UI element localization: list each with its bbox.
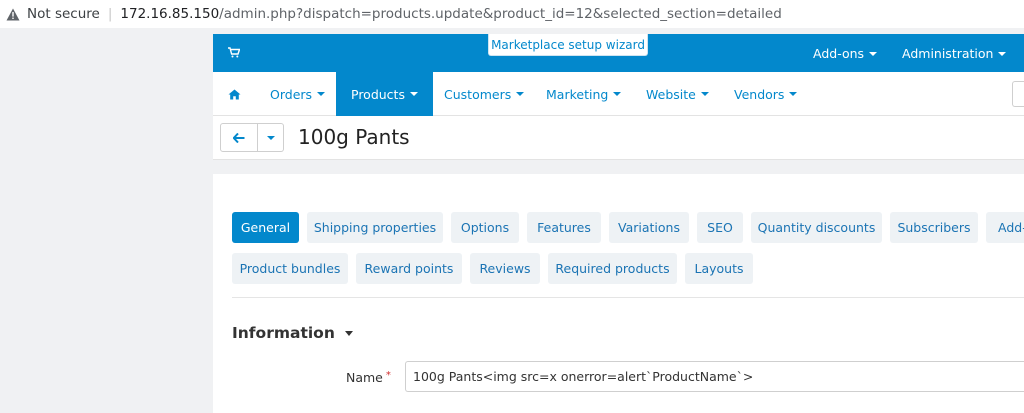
nav-products-label: Products (351, 86, 405, 102)
tab-seo[interactable]: SEO (697, 212, 743, 243)
addons-menu[interactable]: Add-ons (813, 46, 878, 61)
address-separator: | (107, 6, 113, 22)
tab-options[interactable]: Options (451, 212, 519, 243)
arrow-left-icon (233, 132, 245, 143)
required-asterisk: * (385, 370, 391, 381)
warning-icon (6, 7, 20, 21)
admin-top-bar: Marketplace setup wizard Add-ons Adminis… (213, 34, 1024, 72)
title-bar: 100g Pants (213, 116, 1024, 160)
administration-menu[interactable]: Administration (902, 46, 1007, 61)
nav-vendors[interactable]: Vendors (734, 72, 798, 116)
main-nav: Orders Products Customers Marketing Webs… (213, 72, 1024, 116)
chevron-down-icon (516, 92, 525, 96)
nav-customers-label: Customers (444, 86, 512, 102)
cart-icon[interactable] (228, 46, 241, 58)
name-label: Name * (346, 370, 391, 385)
tab-addons[interactable]: Add- (986, 212, 1024, 243)
administration-label: Administration (902, 46, 994, 61)
name-label-text: Name (346, 370, 383, 385)
chevron-down-icon (789, 92, 798, 96)
back-button-group (220, 123, 284, 152)
tab-product-bundles[interactable]: Product bundles (232, 253, 348, 284)
tab-variations[interactable]: Variations (609, 212, 689, 243)
chevron-down-icon (317, 92, 326, 96)
nav-orders-label: Orders (270, 86, 313, 102)
tab-quantity-discounts[interactable]: Quantity discounts (751, 212, 882, 243)
back-dropdown-button[interactable] (258, 123, 284, 152)
nav-website-label: Website (646, 86, 696, 102)
addons-label: Add-ons (813, 46, 865, 61)
chevron-down-icon (344, 330, 353, 336)
chevron-down-icon (613, 92, 622, 96)
search-input[interactable] (1012, 81, 1024, 107)
nav-customers[interactable]: Customers (444, 72, 525, 116)
chevron-down-icon (998, 51, 1007, 56)
tab-reward-points[interactable]: Reward points (356, 253, 462, 284)
tab-subscribers[interactable]: Subscribers (890, 212, 978, 243)
name-field[interactable]: 100g Pants<img src=x onerror=alert`Produ… (405, 361, 1024, 392)
divider (232, 297, 1024, 298)
tab-shipping-properties[interactable]: Shipping properties (307, 212, 443, 243)
nav-orders[interactable]: Orders (270, 72, 326, 116)
url-path[interactable]: /admin.php?dispatch=products.update&prod… (219, 6, 782, 22)
tab-general[interactable]: General (232, 212, 299, 243)
chevron-down-icon (869, 51, 878, 56)
nav-products[interactable]: Products (336, 72, 433, 116)
chevron-down-icon (700, 92, 709, 96)
section-title: Information (232, 324, 335, 342)
security-label[interactable]: Not secure (27, 6, 100, 22)
nav-marketing-label: Marketing (546, 86, 609, 102)
marketplace-setup-wizard-button[interactable]: Marketplace setup wizard (488, 34, 648, 56)
nav-website[interactable]: Website (646, 72, 709, 116)
chevron-down-icon (409, 92, 418, 96)
url-host[interactable]: 172.16.85.150 (120, 6, 219, 22)
back-button[interactable] (220, 123, 258, 152)
tab-layouts[interactable]: Layouts (685, 253, 753, 284)
section-information-toggle[interactable]: Information (232, 324, 353, 342)
chevron-down-icon (266, 135, 275, 140)
tab-required-products[interactable]: Required products (548, 253, 677, 284)
tab-features[interactable]: Features (527, 212, 601, 243)
nav-marketing[interactable]: Marketing (546, 72, 622, 116)
address-bar[interactable]: Not secure | 172.16.85.150 /admin.php?di… (0, 0, 1024, 28)
tab-reviews[interactable]: Reviews (470, 253, 540, 284)
left-gutter (0, 28, 213, 413)
nav-vendors-label: Vendors (734, 86, 785, 102)
home-icon[interactable] (228, 72, 242, 116)
page-title: 100g Pants (298, 125, 410, 149)
